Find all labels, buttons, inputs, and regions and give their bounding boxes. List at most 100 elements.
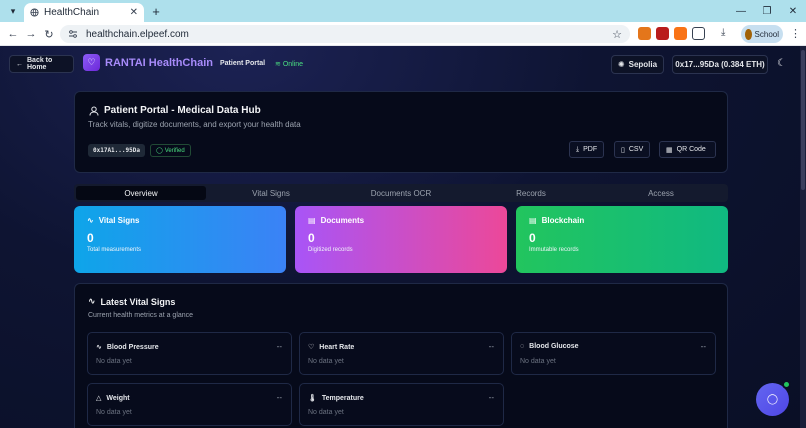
extension-m-icon[interactable]	[656, 27, 669, 40]
restore-icon[interactable]: ❐	[754, 0, 780, 22]
vital-header: △ Weight	[96, 394, 130, 403]
activity-icon: ∿	[88, 296, 96, 306]
extensions-puzzle-icon[interactable]	[692, 27, 705, 40]
vital-value: --	[276, 342, 282, 351]
vital-status: No data yet	[96, 409, 132, 416]
vital-value: --	[488, 393, 494, 402]
activity-icon: ∿	[87, 216, 94, 225]
scrollbar-thumb[interactable]	[801, 50, 805, 190]
stat-header: ▤ Documents	[308, 216, 494, 225]
app-viewport: ← Back to Home ♡ RANTAI HealthChain Pati…	[0, 46, 800, 428]
latest-vitals-title: ∿ Latest Vital Signs	[88, 296, 175, 307]
latest-vitals-subtitle: Current health metrics at a glance	[88, 312, 194, 319]
wallet-button[interactable]: 0x17...95Da (0.384 ETH)	[672, 55, 768, 74]
browser-tab[interactable]: HealthChain ✕	[24, 3, 144, 22]
browser-toolbar: ← → ↻ healthchain.elpeef.com ☆ ⤓ School …	[0, 22, 806, 46]
tab-vital-signs[interactable]: Vital Signs	[206, 186, 336, 200]
arrow-left-icon: ←	[16, 60, 23, 68]
network-dot-icon: ✺	[617, 60, 625, 69]
vital-signs-stat-card: ∿ Vital Signs 0 Total measurements	[74, 206, 286, 273]
patient-portal-card: Patient Portal - Medical Data Hub Track …	[74, 91, 728, 173]
url-text: healthchain.elpeef.com	[86, 28, 189, 40]
wallet-label: 0x17...95Da (0.384 ETH)	[675, 60, 765, 69]
tab-documents-ocr[interactable]: Documents OCR	[336, 186, 466, 200]
stat-title: Vital Signs	[98, 216, 140, 225]
vital-name: Heart Rate	[319, 343, 355, 351]
vital-card-blood-pressure: ∿ Blood Pressure -- No data yet	[87, 332, 292, 375]
tab-access[interactable]: Access	[596, 186, 726, 200]
forward-arrow-icon[interactable]: →	[24, 27, 38, 41]
vital-status: No data yet	[520, 358, 556, 365]
vital-header: ♡ Heart Rate	[308, 343, 355, 352]
vital-name: Blood Pressure	[106, 343, 159, 351]
shield-check-icon: ◯	[156, 148, 163, 154]
vital-value: --	[700, 342, 706, 351]
avatar	[745, 28, 752, 40]
vital-header: ◌ Blood Glucose	[520, 343, 579, 350]
vital-status: No data yet	[96, 358, 132, 365]
stat-title: Documents	[320, 216, 365, 225]
back-to-home-button[interactable]: ← Back to Home	[9, 55, 74, 73]
portal-label: Patient Portal	[220, 60, 266, 67]
vital-header: 🌡︎ Temperature	[308, 394, 364, 403]
latest-vitals-card: ∿ Latest Vital Signs Current health metr…	[74, 283, 728, 428]
stat-header: ▤ Blockchain	[529, 216, 715, 225]
blockchain-stat-card: ▤ Blockchain 0 Immutable records	[516, 206, 728, 273]
browser-menu-icon[interactable]: ⋮	[790, 27, 801, 40]
profile-chip[interactable]: School	[741, 25, 783, 43]
scale-icon: △	[96, 395, 102, 402]
page-scrollbar[interactable]	[800, 46, 806, 428]
vital-name: Weight	[106, 394, 130, 402]
verified-label: Verified	[164, 147, 185, 154]
network-label: Sepolia	[628, 60, 658, 69]
close-window-icon[interactable]: ✕	[780, 0, 806, 22]
stat-value: 0	[529, 231, 536, 245]
vital-card-temperature: 🌡︎ Temperature -- No data yet	[299, 383, 504, 426]
online-status-label: Online	[282, 61, 304, 68]
theme-toggle-moon-icon[interactable]: ☾	[777, 58, 786, 69]
export-csv-button[interactable]: ▯ CSV	[614, 141, 651, 158]
back-arrow-icon[interactable]: ←	[6, 27, 20, 41]
close-tab-icon[interactable]: ✕	[130, 7, 138, 18]
vital-header: ∿ Blood Pressure	[96, 343, 159, 352]
section-tabs: Overview Vital Signs Documents OCR Recor…	[74, 184, 728, 202]
site-info-icon[interactable]	[68, 29, 78, 39]
globe-icon	[30, 8, 39, 17]
bookmark-star-icon[interactable]: ☆	[612, 28, 622, 41]
minimize-icon[interactable]: —	[728, 0, 754, 22]
window-controls: — ❐ ✕	[728, 0, 806, 22]
vital-name: Temperature	[321, 394, 364, 402]
vital-card-weight: △ Weight -- No data yet	[87, 383, 292, 426]
export-csv-label: CSV	[628, 146, 644, 153]
latest-vitals-title-text: Latest Vital Signs	[100, 296, 176, 307]
extension-orange-icon[interactable]	[674, 27, 687, 40]
portal-title: Patient Portal - Medical Data Hub	[89, 105, 261, 116]
stat-value: 0	[308, 231, 315, 245]
export-pdf-button[interactable]: ⤓ PDF	[569, 141, 605, 158]
qr-code-label: QR Code	[676, 146, 706, 153]
user-icon	[89, 106, 99, 116]
portal-subtitle: Track vitals, digitize documents, and ex…	[88, 120, 301, 129]
vital-name: Blood Glucose	[529, 343, 579, 350]
export-pdf-label: PDF	[583, 146, 598, 153]
new-tab-icon[interactable]: +	[149, 3, 163, 19]
tab-records[interactable]: Records	[466, 186, 596, 200]
profile-name: School	[754, 29, 779, 39]
brand: ♡ RANTAI HealthChain	[83, 54, 213, 71]
app-header: ← Back to Home ♡ RANTAI HealthChain Pati…	[0, 46, 800, 82]
download-icon: ⤓	[576, 145, 580, 153]
stat-title: Blockchain	[541, 216, 585, 225]
portal-title-text: Patient Portal - Medical Data Hub	[104, 105, 261, 116]
reload-icon[interactable]: ↻	[42, 27, 56, 41]
metamask-extension-icon[interactable]	[638, 27, 651, 40]
brand-name: RANTAI HealthChain	[105, 56, 213, 69]
address-bar[interactable]: healthchain.elpeef.com ☆	[60, 25, 630, 43]
documents-stat-card: ▤ Documents 0 Digitized records	[295, 206, 507, 273]
network-button[interactable]: ✺ Sepolia	[611, 55, 664, 74]
tab-overview[interactable]: Overview	[76, 186, 206, 200]
qr-code-button[interactable]: ▦ QR Code	[659, 141, 716, 158]
tab-search-icon[interactable]: ▾	[6, 4, 20, 18]
qr-code-icon: ▦	[666, 146, 673, 154]
download-icon[interactable]: ⤓	[721, 27, 725, 38]
vital-value: --	[488, 342, 494, 351]
